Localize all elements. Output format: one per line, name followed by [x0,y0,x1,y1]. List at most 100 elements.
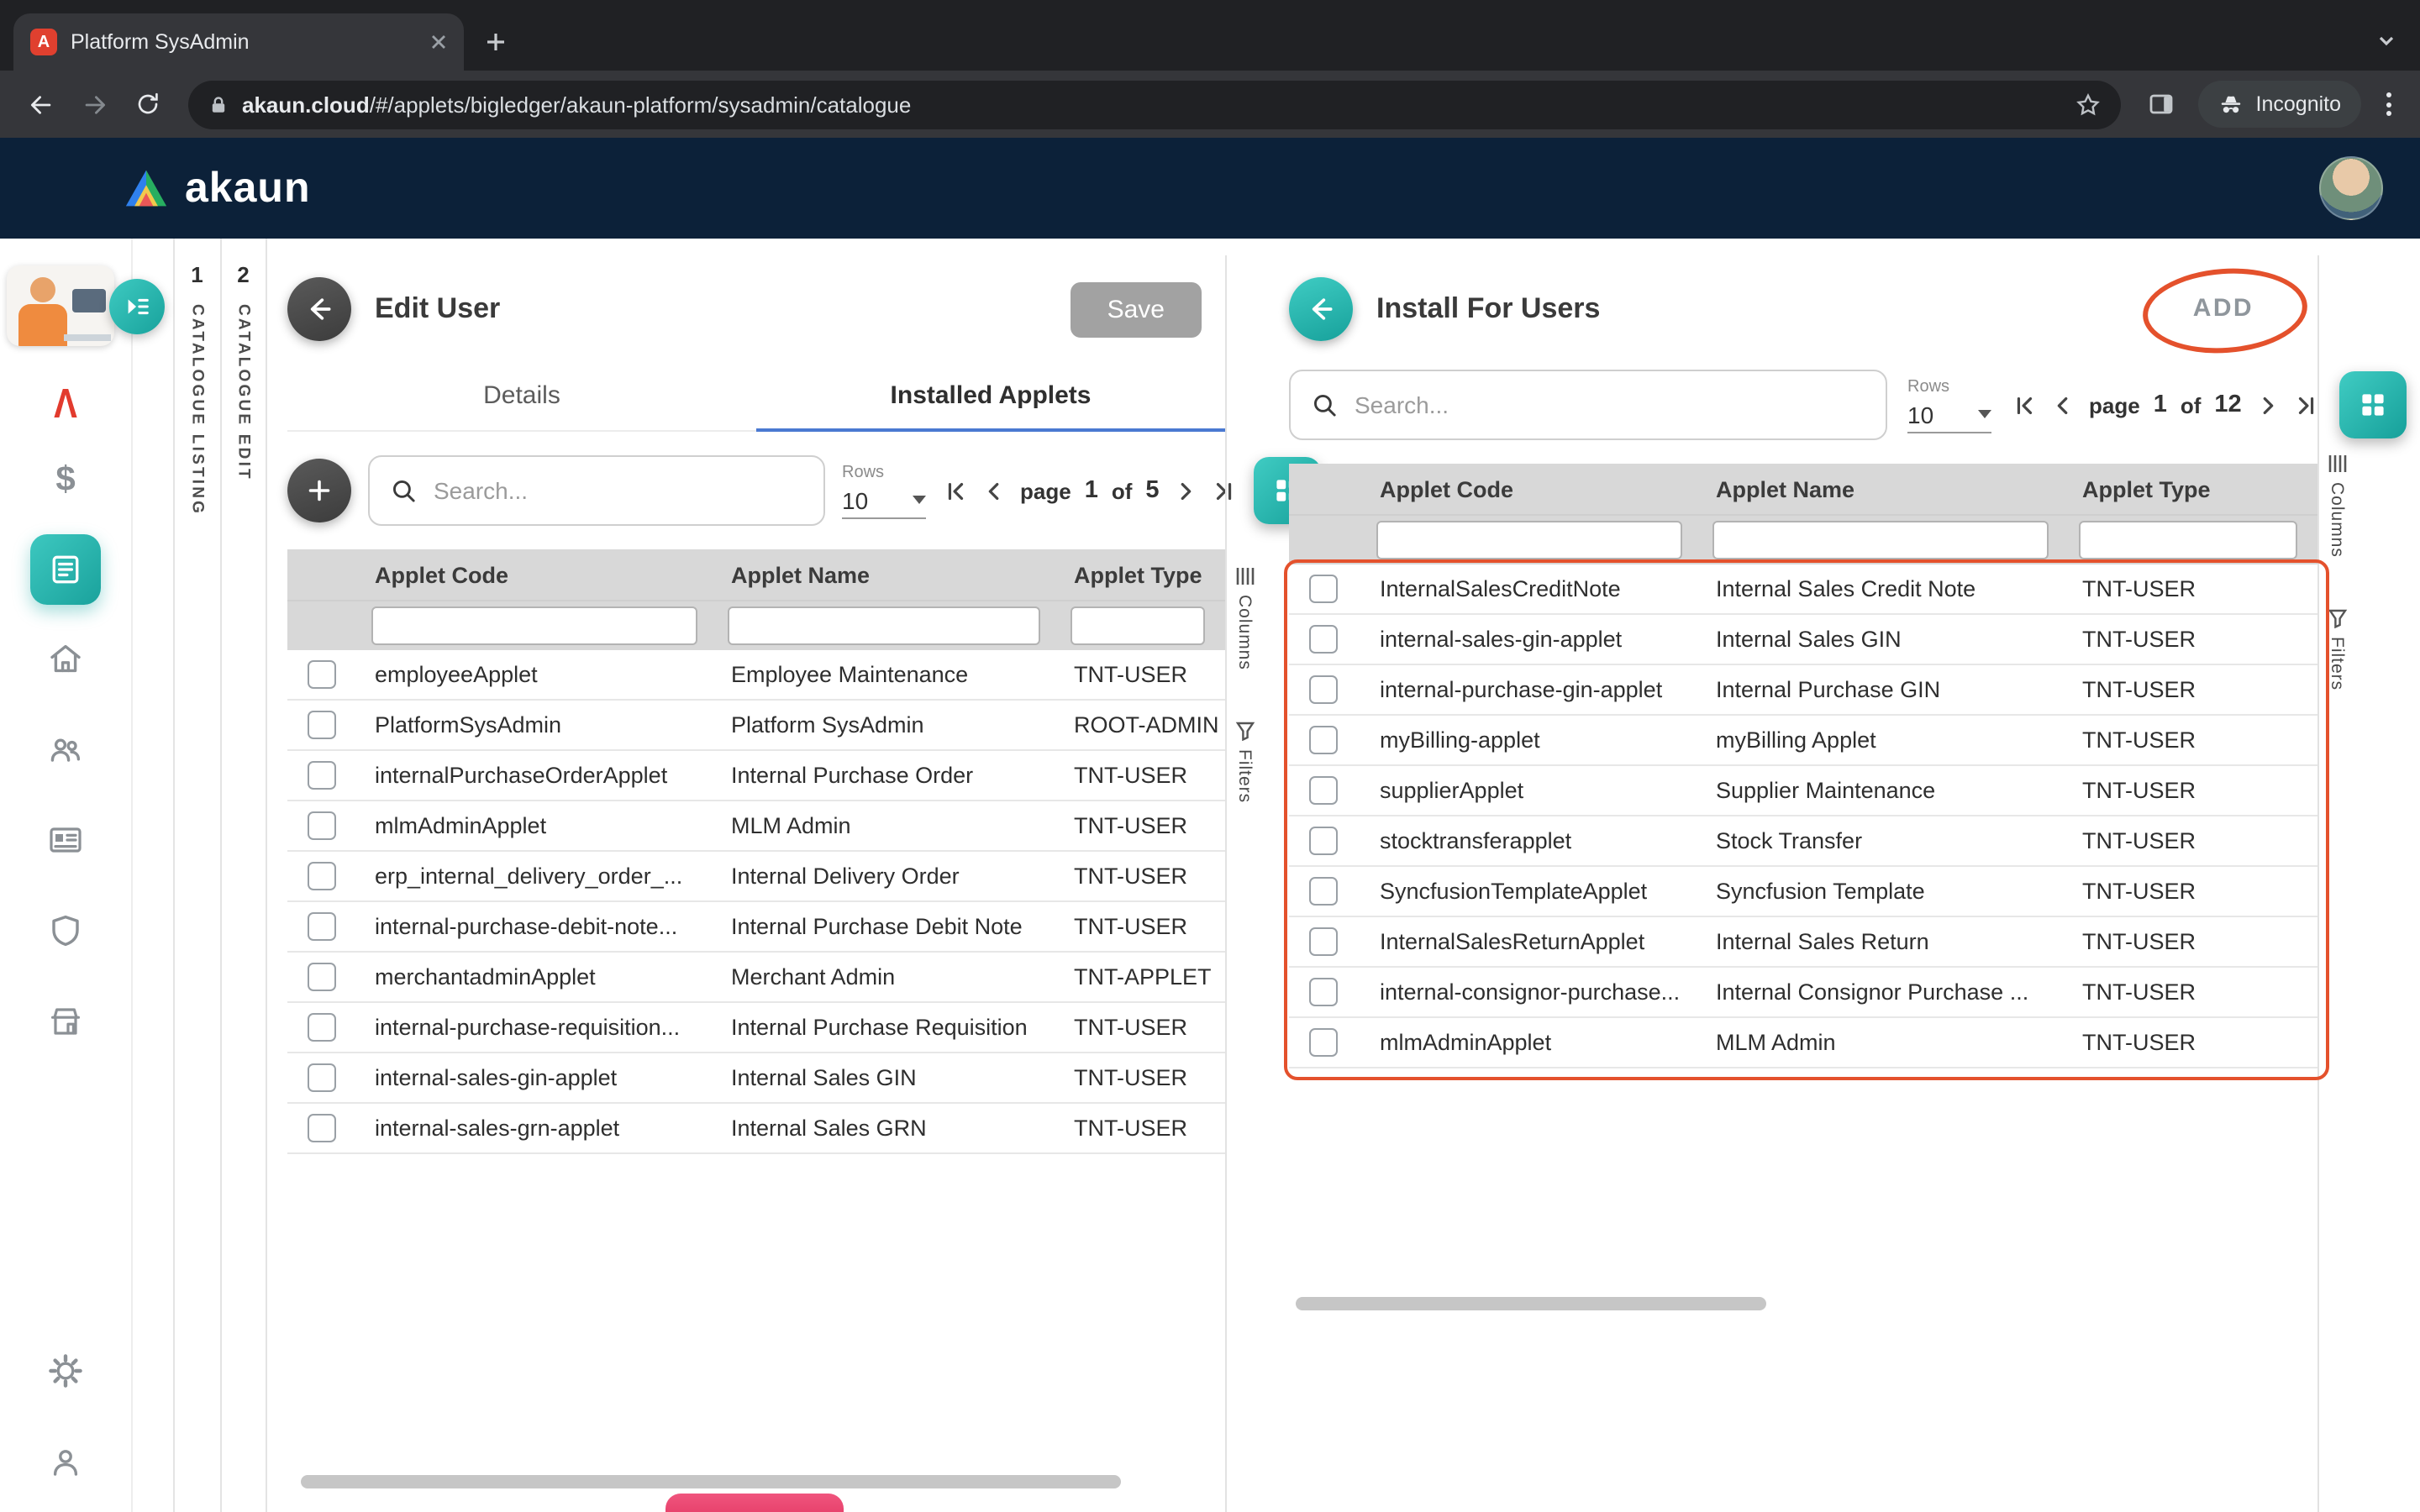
row-checkbox[interactable] [1309,927,1338,956]
table-row[interactable]: employeeAppletEmployee MaintenanceTNT-US… [287,650,1225,701]
table-row[interactable]: mlmAdminAppletMLM AdminTNT-USER [1289,1018,2317,1068]
row-checkbox[interactable] [308,660,336,689]
table-row[interactable]: mlmAdminAppletMLM AdminTNT-USER [287,801,1225,852]
sidebar-toggle-icon[interactable] [109,279,165,334]
table-row[interactable]: InternalSalesCreditNoteInternal Sales Cr… [1289,564,2317,615]
table-row[interactable]: erp_internal_delivery_order_...Internal … [287,852,1225,902]
tab-close-icon[interactable] [430,34,447,50]
next-page-icon[interactable] [2255,392,2281,417]
table-row[interactable]: internal-purchase-gin-appletInternal Pur… [1289,665,2317,716]
columns-toggle[interactable]: Columns [1234,566,1255,670]
row-checkbox[interactable] [1309,1028,1338,1057]
table-row[interactable]: internal-purchase-debit-note...Internal … [287,902,1225,953]
row-checkbox[interactable] [1309,675,1338,704]
bookmark-star-icon[interactable] [2076,92,2102,117]
row-checkbox[interactable] [1309,827,1338,855]
prev-page-icon[interactable] [2050,392,2075,417]
search-input[interactable] [430,475,803,506]
new-tab-button[interactable] [484,30,508,54]
row-checkbox[interactable] [1309,625,1338,654]
filter-applet-type-input[interactable] [1071,606,1205,645]
table-row[interactable]: InternalSalesReturnAppletInternal Sales … [1289,917,2317,968]
back-button[interactable] [287,277,351,341]
sidebar-item-store[interactable] [45,998,86,1045]
forward-nav-icon[interactable] [71,90,118,118]
back-nav-icon[interactable] [17,90,64,118]
filters-toggle[interactable]: Filters [1234,721,1255,803]
table-row[interactable]: internal-sales-grn-appletInternal Sales … [287,1104,1225,1154]
row-checkbox[interactable] [1309,726,1338,754]
browser-tab[interactable]: A Platform SysAdmin [13,13,464,71]
back-button[interactable] [1289,277,1353,341]
sidebar-item-catalogue-active[interactable] [30,534,101,605]
tab-favicon-icon: A [30,29,57,55]
rows-select[interactable]: 10 [1907,401,1991,433]
table-row[interactable]: SyncfusionTemplateAppletSyncfusion Templ… [1289,867,2317,917]
table-row[interactable]: merchantadminAppletMerchant AdminTNT-APP… [287,953,1225,1003]
profile-badge[interactable] [7,265,165,349]
row-checkbox[interactable] [1309,776,1338,805]
add-applet-button[interactable] [287,459,351,522]
table-row[interactable]: PlatformSysAdminPlatform SysAdminROOT-AD… [287,701,1225,751]
next-page-icon[interactable] [1173,478,1198,503]
bottom-action-button[interactable] [666,1494,844,1512]
row-checkbox[interactable] [308,862,336,890]
row-checkbox[interactable] [308,711,336,739]
filter-applet-code-input[interactable] [1376,521,1682,559]
table-row[interactable]: internalPurchaseOrderAppletInternal Purc… [287,751,1225,801]
sidebar-item-pdf-app[interactable] [45,380,86,427]
sidebar-item-modules[interactable] [45,816,86,864]
add-button[interactable]: ADD [2193,294,2254,323]
filters-toggle[interactable]: Filters [2327,608,2347,690]
tab-installed-applets[interactable]: Installed Applets [756,360,1225,430]
row-checkbox[interactable] [1309,575,1338,603]
first-page-icon[interactable] [943,478,968,503]
step-catalogue-listing[interactable]: 1 CATALOGUE LISTING [173,239,221,1512]
akaun-logo[interactable]: akaun [121,164,311,213]
tab-details[interactable]: Details [287,360,756,430]
prev-page-icon[interactable] [981,478,1007,503]
row-checkbox[interactable] [1309,978,1338,1006]
sidebar-item-finance[interactable]: $ [55,457,75,504]
filter-applet-name-input[interactable] [1712,521,2049,559]
side-panel-icon[interactable] [2139,91,2186,118]
row-checkbox[interactable] [308,1013,336,1042]
horizontal-scrollbar[interactable] [301,1475,1121,1488]
browser-menu-icon[interactable] [2375,92,2403,116]
table-row[interactable]: myBilling-appletmyBilling AppletTNT-USER [1289,716,2317,766]
reload-icon[interactable] [124,91,171,118]
table-row[interactable]: supplierAppletSupplier MaintenanceTNT-US… [1289,766,2317,816]
row-checkbox[interactable] [308,761,336,790]
search-input[interactable] [1351,390,1865,420]
filter-applet-type-input[interactable] [2079,521,2297,559]
url-omnibox[interactable]: akaun.cloud/#/applets/bigledger/akaun-pl… [188,80,2122,129]
table-row[interactable]: internal-sales-gin-appletInternal Sales … [287,1053,1225,1104]
table-row[interactable]: stocktransferappletStock TransferTNT-USE… [1289,816,2317,867]
horizontal-scrollbar[interactable] [1296,1297,1766,1310]
filter-applet-name-input[interactable] [728,606,1040,645]
row-checkbox[interactable] [1309,877,1338,906]
table-row[interactable]: internal-consignor-purchase...Internal C… [1289,968,2317,1018]
row-checkbox[interactable] [308,811,336,840]
sidebar-item-home[interactable] [45,635,86,682]
sidebar-item-profile[interactable] [45,1438,86,1485]
tab-search-chevron-icon[interactable] [2376,30,2396,50]
row-checkbox[interactable] [308,1063,336,1092]
filter-applet-code-input[interactable] [371,606,697,645]
row-checkbox[interactable] [308,963,336,991]
sidebar-item-security[interactable] [45,907,86,954]
row-checkbox[interactable] [308,1114,336,1142]
row-checkbox[interactable] [308,912,336,941]
col-applet-code: Applet Code [361,562,718,587]
rows-select[interactable]: 10 [842,486,926,518]
step-catalogue-edit[interactable]: 2 CATALOGUE EDIT [221,239,267,1512]
columns-toggle[interactable]: Columns [2327,454,2347,558]
table-row[interactable]: internal-purchase-requisition...Internal… [287,1003,1225,1053]
first-page-icon[interactable] [2012,392,2037,417]
last-page-icon[interactable] [2294,392,2319,417]
sidebar-item-settings[interactable] [45,1347,86,1394]
table-row[interactable]: internal-sales-gin-appletInternal Sales … [1289,615,2317,665]
sidebar-item-users[interactable] [45,726,86,773]
save-button[interactable]: Save [1071,281,1202,337]
user-avatar[interactable] [2319,156,2383,220]
